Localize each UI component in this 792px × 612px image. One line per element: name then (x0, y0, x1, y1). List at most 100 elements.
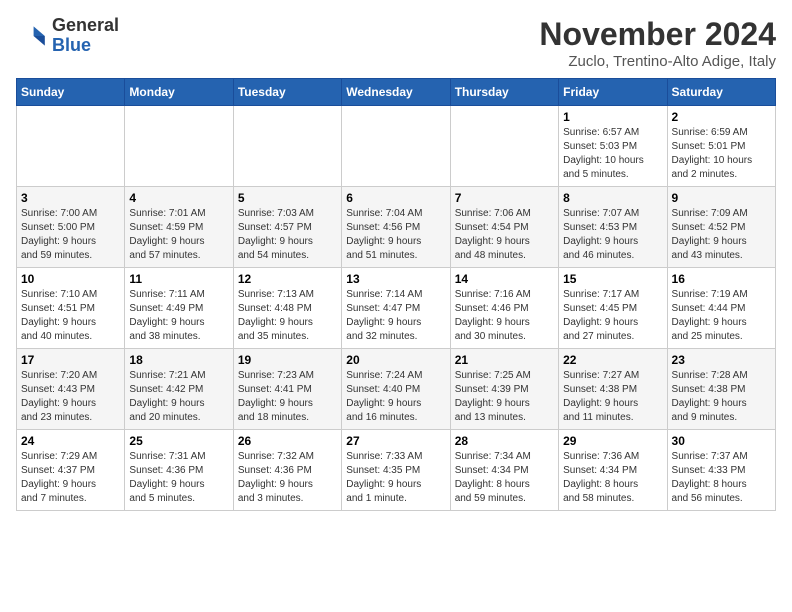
day-info: Sunrise: 7:13 AM Sunset: 4:48 PM Dayligh… (238, 288, 337, 344)
calendar-cell: 28Sunrise: 7:34 AM Sunset: 4:34 PM Dayli… (450, 430, 558, 511)
calendar-cell: 2 Sunrise: 6:59 AM Sunset: 5:01 PM Daylig… (667, 106, 775, 187)
calendar-cell: 12 Sunrise: 7:13 AM Sunset: 4:48 PM Dayli… (233, 268, 341, 349)
calendar-table: SundayMondayTuesdayWednesdayThursdayFrid… (16, 78, 776, 511)
day-number: 6 (346, 191, 445, 205)
day-number: 2 (672, 110, 771, 124)
day-number: 28 (455, 434, 554, 448)
day-number: 27 (346, 434, 445, 448)
calendar-cell: 17Sunrise: 7:20 AM Sunset: 4:43 PM Dayli… (17, 349, 125, 430)
day-number: 9 (672, 191, 771, 205)
day-info: Sunrise: 7:21 AM Sunset: 4:42 PM Dayligh… (129, 369, 228, 425)
day-info: Sunrise: 7:16 AM Sunset: 4:46 PM Dayligh… (455, 288, 554, 344)
logo: General Blue (16, 16, 119, 56)
logo-icon (16, 20, 48, 52)
day-info: Sunrise: 7:29 AM Sunset: 4:37 PM Dayligh… (21, 450, 120, 506)
calendar-header: SundayMondayTuesdayWednesdayThursdayFrid… (17, 79, 776, 106)
calendar-cell: 24 Sunrise: 7:29 AM Sunset: 4:37 PM Dayli… (17, 430, 125, 511)
day-info: Sunrise: 7:32 AM Sunset: 4:36 PM Dayligh… (238, 450, 337, 506)
day-info: Sunrise: 7:36 AM Sunset: 4:34 PM Dayligh… (563, 450, 662, 506)
day-number: 14 (455, 272, 554, 286)
day-number: 24 (21, 434, 120, 448)
day-info: Sunrise: 7:06 AM Sunset: 4:54 PM Dayligh… (455, 207, 554, 263)
day-info: Sunrise: 7:19 AM Sunset: 4:44 PM Dayligh… (672, 288, 771, 344)
calendar-cell: 10 Sunrise: 7:10 AM Sunset: 4:51 PM Dayli… (17, 268, 125, 349)
day-number: 22 (563, 353, 662, 367)
day-number: 7 (455, 191, 554, 205)
weekday-header-saturday: Saturday (667, 79, 775, 106)
day-number: 10 (21, 272, 120, 286)
day-info: Sunrise: 7:10 AM Sunset: 4:51 PM Dayligh… (21, 288, 120, 344)
calendar-cell: 9 Sunrise: 7:09 AM Sunset: 4:52 PM Daylig… (667, 187, 775, 268)
day-number: 8 (563, 191, 662, 205)
weekday-header-tuesday: Tuesday (233, 79, 341, 106)
calendar-cell: 14 Sunrise: 7:16 AM Sunset: 4:46 PM Dayli… (450, 268, 558, 349)
day-info: Sunrise: 7:33 AM Sunset: 4:35 PM Dayligh… (346, 450, 445, 506)
day-number: 13 (346, 272, 445, 286)
day-info: Sunrise: 6:59 AM Sunset: 5:01 PM Dayligh… (672, 126, 771, 182)
calendar-cell: 29 Sunrise: 7:36 AM Sunset: 4:34 PM Dayli… (559, 430, 667, 511)
day-number: 5 (238, 191, 337, 205)
logo-general: General (52, 15, 119, 35)
calendar-body: 1Sunrise: 6:57 AM Sunset: 5:03 PM Daylig… (17, 106, 776, 511)
calendar-cell: 11 Sunrise: 7:11 AM Sunset: 4:49 PM Dayli… (125, 268, 233, 349)
weekday-header-thursday: Thursday (450, 79, 558, 106)
calendar-cell: 20Sunrise: 7:24 AM Sunset: 4:40 PM Dayli… (342, 349, 450, 430)
day-number: 21 (455, 353, 554, 367)
calendar-cell: 18Sunrise: 7:21 AM Sunset: 4:42 PM Dayli… (125, 349, 233, 430)
day-info: Sunrise: 7:04 AM Sunset: 4:56 PM Dayligh… (346, 207, 445, 263)
calendar-cell: 27 Sunrise: 7:33 AM Sunset: 4:35 PM Dayli… (342, 430, 450, 511)
calendar-cell: 1Sunrise: 6:57 AM Sunset: 5:03 PM Daylig… (559, 106, 667, 187)
calendar-cell: 7 Sunrise: 7:06 AM Sunset: 4:54 PM Daylig… (450, 187, 558, 268)
day-info: Sunrise: 7:31 AM Sunset: 4:36 PM Dayligh… (129, 450, 228, 506)
day-info: Sunrise: 7:03 AM Sunset: 4:57 PM Dayligh… (238, 207, 337, 263)
day-number: 16 (672, 272, 771, 286)
day-number: 17 (21, 353, 120, 367)
day-number: 1 (563, 110, 662, 124)
calendar-week-3: 10 Sunrise: 7:10 AM Sunset: 4:51 PM Dayli… (17, 268, 776, 349)
day-info: Sunrise: 7:27 AM Sunset: 4:38 PM Dayligh… (563, 369, 662, 425)
weekday-header-sunday: Sunday (17, 79, 125, 106)
day-info: Sunrise: 7:25 AM Sunset: 4:39 PM Dayligh… (455, 369, 554, 425)
day-number: 15 (563, 272, 662, 286)
weekday-header-monday: Monday (125, 79, 233, 106)
calendar-week-1: 1Sunrise: 6:57 AM Sunset: 5:03 PM Daylig… (17, 106, 776, 187)
weekday-header-wednesday: Wednesday (342, 79, 450, 106)
weekday-header-row: SundayMondayTuesdayWednesdayThursdayFrid… (17, 79, 776, 106)
calendar-cell (17, 106, 125, 187)
day-info: Sunrise: 7:11 AM Sunset: 4:49 PM Dayligh… (129, 288, 228, 344)
day-number: 19 (238, 353, 337, 367)
calendar-cell: 22 Sunrise: 7:27 AM Sunset: 4:38 PM Dayli… (559, 349, 667, 430)
calendar-cell: 25 Sunrise: 7:31 AM Sunset: 4:36 PM Dayli… (125, 430, 233, 511)
day-number: 25 (129, 434, 228, 448)
day-number: 3 (21, 191, 120, 205)
calendar-cell: 8Sunrise: 7:07 AM Sunset: 4:53 PM Daylig… (559, 187, 667, 268)
day-number: 26 (238, 434, 337, 448)
calendar-week-2: 3 Sunrise: 7:00 AM Sunset: 5:00 PM Daylig… (17, 187, 776, 268)
calendar-cell (342, 106, 450, 187)
day-info: Sunrise: 7:37 AM Sunset: 4:33 PM Dayligh… (672, 450, 771, 506)
day-number: 20 (346, 353, 445, 367)
month-title: November 2024 (539, 16, 776, 53)
day-number: 4 (129, 191, 228, 205)
calendar-cell (125, 106, 233, 187)
day-info: Sunrise: 7:09 AM Sunset: 4:52 PM Dayligh… (672, 207, 771, 263)
calendar-cell (450, 106, 558, 187)
page-header: General Blue November 2024 Zuclo, Trenti… (16, 16, 776, 70)
calendar-cell: 19Sunrise: 7:23 AM Sunset: 4:41 PM Dayli… (233, 349, 341, 430)
calendar-cell: 16 Sunrise: 7:19 AM Sunset: 4:44 PM Dayli… (667, 268, 775, 349)
weekday-header-friday: Friday (559, 79, 667, 106)
calendar-cell: 23Sunrise: 7:28 AM Sunset: 4:38 PM Dayli… (667, 349, 775, 430)
day-number: 12 (238, 272, 337, 286)
calendar-cell: 26 Sunrise: 7:32 AM Sunset: 4:36 PM Dayli… (233, 430, 341, 511)
location-subtitle: Zuclo, Trentino-Alto Adige, Italy (539, 53, 776, 70)
calendar-cell: 15Sunrise: 7:17 AM Sunset: 4:45 PM Dayli… (559, 268, 667, 349)
day-info: Sunrise: 7:14 AM Sunset: 4:47 PM Dayligh… (346, 288, 445, 344)
calendar-cell: 21 Sunrise: 7:25 AM Sunset: 4:39 PM Dayli… (450, 349, 558, 430)
day-number: 29 (563, 434, 662, 448)
calendar-cell: 3 Sunrise: 7:00 AM Sunset: 5:00 PM Daylig… (17, 187, 125, 268)
calendar-week-5: 24 Sunrise: 7:29 AM Sunset: 4:37 PM Dayli… (17, 430, 776, 511)
day-info: Sunrise: 7:00 AM Sunset: 5:00 PM Dayligh… (21, 207, 120, 263)
day-number: 23 (672, 353, 771, 367)
day-number: 11 (129, 272, 228, 286)
calendar-cell: 4Sunrise: 7:01 AM Sunset: 4:59 PM Daylig… (125, 187, 233, 268)
